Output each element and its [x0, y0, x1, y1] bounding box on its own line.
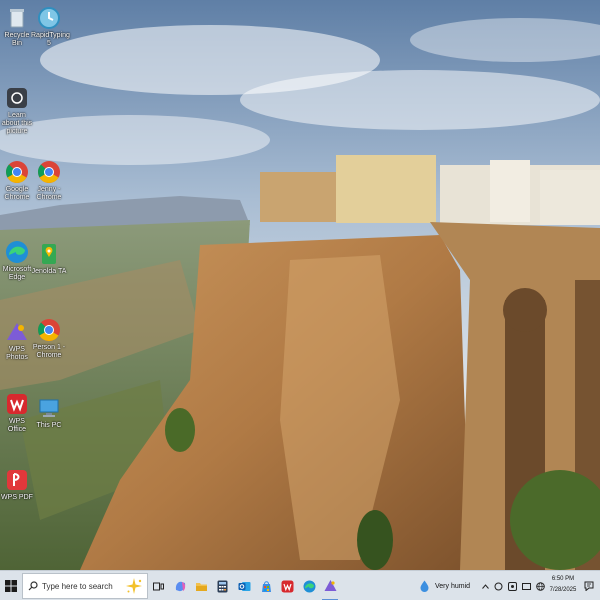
icon-label: WPS PDF [1, 494, 33, 501]
taskbar-edge[interactable] [301, 571, 317, 600]
camera-icon [5, 86, 29, 110]
search-placeholder: Type here to search [42, 581, 113, 591]
chrome-icon [37, 318, 61, 342]
start-button[interactable] [0, 571, 22, 600]
desktop-icon-jenolda-ta[interactable]: Jenolda TA [31, 242, 67, 276]
desktop-icon-rapidtyping[interactable]: RapidTyping 5 [31, 6, 70, 48]
task-view-button[interactable] [150, 571, 166, 600]
rapidtyping-icon [37, 6, 61, 30]
wps-office-icon [5, 392, 29, 416]
taskbar-weather[interactable]: Very humid [420, 571, 476, 600]
desktop-icon-microsoft-edge[interactable]: Microsoft Edge [0, 240, 35, 282]
windows-logo-icon [5, 580, 17, 592]
icon-label: Jenolda TA [31, 268, 67, 275]
desktop-icon-wps-pdf[interactable]: WPS PDF [0, 468, 35, 502]
display-tray-icon [521, 582, 531, 590]
desktop-icon-learn-about-picture[interactable]: Learn about this picture [0, 86, 35, 136]
chevron-up-icon [481, 583, 489, 589]
tray-icon-display[interactable] [520, 571, 532, 600]
icon-label: Jenny - Chrome [36, 186, 62, 201]
store-icon [261, 580, 271, 592]
edge-icon [303, 580, 315, 592]
notifications-button[interactable] [582, 571, 596, 600]
desktop-wallpaper [0, 0, 600, 570]
taskbar-wps-photos[interactable] [322, 571, 338, 600]
wps-photos-icon [5, 320, 29, 344]
show-hidden-icons-button[interactable] [480, 571, 490, 600]
maps-icon [37, 242, 61, 266]
icon-label: Person 1 - Chrome [32, 344, 66, 359]
tray-icon-network-circle[interactable] [492, 571, 504, 600]
copilot-icon [175, 581, 185, 591]
tray-icon-app[interactable] [506, 571, 518, 600]
search-icon [28, 581, 38, 591]
circle-tray-icon [494, 582, 502, 590]
clock-date: 7/28/2025 [549, 587, 577, 593]
copilot-sparkle-icon [126, 578, 142, 594]
wps-office-icon [281, 580, 293, 592]
icon-label: This PC [36, 422, 62, 429]
desktop-icon-this-pc[interactable]: This PC [31, 396, 67, 430]
globe-icon [535, 581, 545, 591]
taskbar-store[interactable] [258, 571, 274, 600]
icon-label: Learn about this picture [1, 112, 33, 135]
tray-icon-speaker[interactable] [534, 571, 546, 600]
icon-label: WPS Photos [6, 346, 28, 361]
desktop-icon-google-chrome[interactable]: Google Chrome [0, 160, 35, 202]
taskbar-wps-office[interactable] [279, 571, 295, 600]
taskbar: Type here to search Very humid 6:50 PM 7… [0, 570, 600, 600]
file-explorer-icon [195, 582, 207, 591]
raindrop-icon [420, 580, 429, 592]
chrome-icon [37, 160, 61, 184]
app-tray-icon [507, 581, 517, 591]
desktop-icon-person1-chrome[interactable]: Person 1 - Chrome [31, 318, 67, 360]
computer-icon [37, 396, 61, 420]
desktop-icon-wps-office[interactable]: WPS Office [0, 392, 35, 434]
wps-photos-icon [324, 579, 336, 591]
task-view-icon [152, 582, 164, 590]
icon-label: Microsoft Edge [2, 266, 32, 281]
edge-icon [5, 240, 29, 264]
chrome-icon [5, 160, 29, 184]
taskbar-clock[interactable]: 6:50 PM 7/28/2025 [546, 574, 580, 596]
taskbar-calculator[interactable] [214, 571, 230, 600]
weather-text: Very humid [435, 582, 471, 590]
clock-time: 6:50 PM [551, 576, 575, 582]
wps-pdf-icon [5, 468, 29, 492]
outlook-icon [238, 581, 250, 591]
desktop-icon-recycle-bin[interactable]: Recycle Bin [0, 6, 35, 48]
icon-label: Google Chrome [4, 186, 30, 201]
calculator-icon [217, 580, 227, 592]
desktop-icon-wps-photos[interactable]: WPS Photos [0, 320, 35, 362]
taskbar-search-box[interactable]: Type here to search [22, 573, 148, 599]
recycle-bin-icon [5, 6, 29, 30]
taskbar-outlook[interactable] [236, 571, 252, 600]
notification-icon [584, 581, 594, 591]
icon-label: WPS Office [7, 418, 27, 433]
icon-label: RapidTyping 5 [31, 32, 70, 47]
taskbar-file-explorer[interactable] [193, 571, 209, 600]
taskbar-copilot[interactable] [172, 571, 188, 600]
desktop-icon-jenny-chrome[interactable]: Jenny - Chrome [31, 160, 67, 202]
icon-label: Recycle Bin [4, 32, 30, 47]
